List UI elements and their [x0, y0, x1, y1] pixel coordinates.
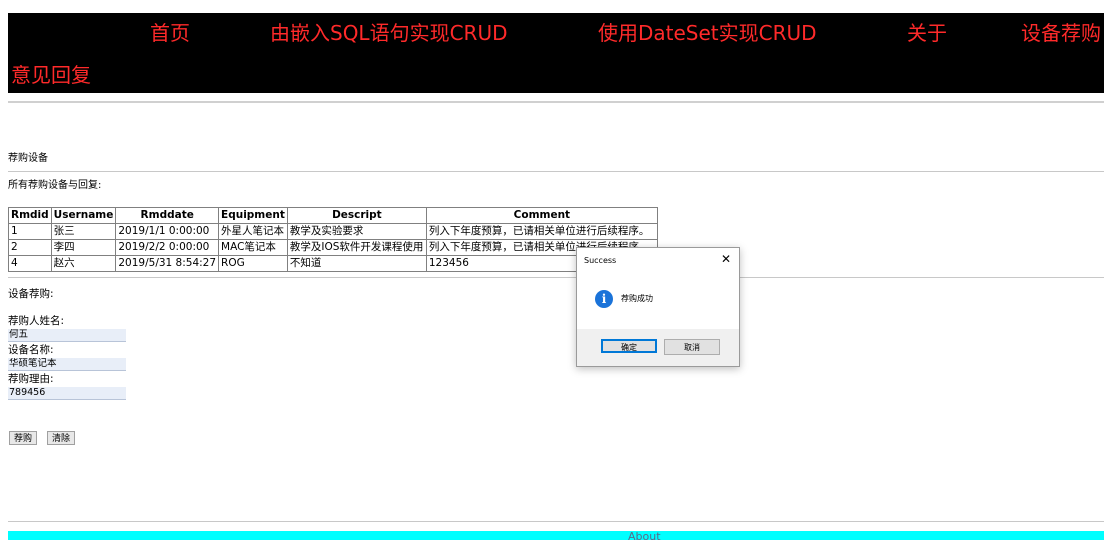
- top-navbar: 首页 由嵌入SQL语句实现CRUD 使用DateSet实现CRUD 关于 设备荐…: [8, 13, 1104, 93]
- cell-equipment: MAC笔记本: [218, 239, 288, 256]
- footer-about-link[interactable]: About: [628, 531, 661, 540]
- table-row: 4 赵六 2019/5/31 8:54:27 ROG 不知道 123456: [8, 255, 658, 272]
- col-header-comment: Comment: [425, 207, 658, 224]
- col-header-equipment: Equipment: [218, 207, 288, 224]
- table-row: 2 李四 2019/2/2 0:00:00 MAC笔记本 教学及IOS软件开发课…: [8, 239, 658, 256]
- equipment-input[interactable]: [8, 358, 126, 371]
- dialog-button-bar: 确定 取消: [577, 329, 739, 366]
- cell-descript: 教学及实验要求: [286, 223, 427, 240]
- col-header-descript: Descript: [286, 207, 427, 224]
- cell-rmddate: 2019/2/2 0:00:00: [115, 239, 220, 256]
- table-header-row: Rmdid Username Rmddate Equipment Descrip…: [8, 207, 658, 224]
- name-input[interactable]: [8, 329, 126, 342]
- col-header-rmdid: Rmdid: [8, 207, 52, 224]
- list-caption: 所有荐购设备与回复:: [8, 180, 102, 191]
- cell-descript: 教学及IOS软件开发课程使用: [286, 239, 427, 256]
- cell-equipment: 外星人笔记本: [218, 223, 288, 240]
- close-icon[interactable]: ✕: [721, 252, 731, 266]
- nav-about[interactable]: 关于: [907, 21, 947, 45]
- footer: About: [8, 531, 1104, 540]
- cell-rmdid: 4: [8, 255, 52, 272]
- cell-equipment: ROG: [218, 255, 288, 272]
- success-dialog: Success ✕ i 荐购成功 确定 取消: [576, 247, 740, 367]
- divider: [8, 277, 1104, 278]
- nav-equipment-recommend[interactable]: 设备荐购: [1021, 21, 1101, 45]
- ok-button[interactable]: 确定: [601, 339, 657, 353]
- table-row: 1 张三 2019/1/1 0:00:00 外星人笔记本 教学及实验要求 列入下…: [8, 223, 658, 240]
- cell-comment: 列入下年度预算，已请相关单位进行后续程序。: [425, 223, 658, 240]
- col-header-username: Username: [50, 207, 117, 224]
- dialog-message: 荐购成功: [621, 294, 653, 303]
- divider: [8, 101, 1104, 103]
- equipment-label: 设备名称:: [8, 344, 54, 356]
- dialog-title: Success: [584, 256, 617, 265]
- section-heading: 荐购设备: [8, 153, 48, 164]
- info-icon: i: [595, 290, 613, 308]
- recommendations-table: Rmdid Username Rmddate Equipment Descrip…: [8, 207, 658, 272]
- divider: [8, 521, 1104, 522]
- cancel-button[interactable]: 取消: [664, 339, 720, 355]
- reason-label: 荐购理由:: [8, 373, 54, 385]
- cell-username: 李四: [50, 239, 117, 256]
- form-title: 设备荐购:: [8, 288, 54, 300]
- cell-username: 赵六: [50, 255, 117, 272]
- nav-feedback-reply[interactable]: 意见回复: [11, 63, 91, 87]
- divider: [8, 171, 1104, 172]
- cell-rmddate: 2019/1/1 0:00:00: [115, 223, 220, 240]
- nav-sql-crud[interactable]: 由嵌入SQL语句实现CRUD: [270, 21, 507, 45]
- cell-rmdid: 1: [8, 223, 52, 240]
- clear-button[interactable]: 清除: [47, 431, 76, 445]
- nav-home[interactable]: 首页: [150, 21, 190, 45]
- reason-input[interactable]: [8, 387, 126, 400]
- cell-username: 张三: [50, 223, 117, 240]
- cell-rmddate: 2019/5/31 8:54:27: [115, 255, 220, 272]
- cell-rmdid: 2: [8, 239, 52, 256]
- nav-dataset-crud[interactable]: 使用DateSet实现CRUD: [598, 21, 817, 45]
- name-label: 荐购人姓名:: [8, 315, 65, 327]
- col-header-rmddate: Rmddate: [115, 207, 220, 224]
- cell-descript: 不知道: [286, 255, 427, 272]
- submit-button[interactable]: 荐购: [9, 431, 38, 445]
